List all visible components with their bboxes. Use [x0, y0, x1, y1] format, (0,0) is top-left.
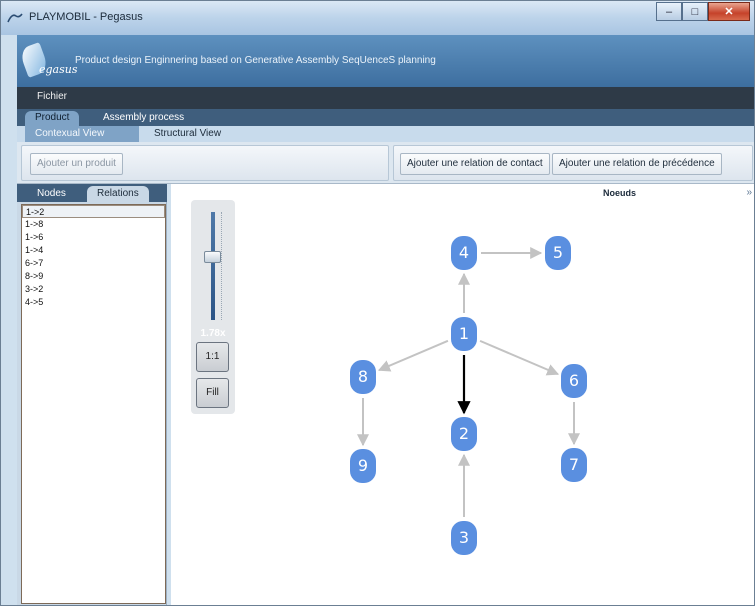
minimize-icon[interactable]: – [656, 2, 682, 21]
window-title: PLAYMOBIL - Pegasus [29, 11, 143, 23]
tab-structural-view[interactable]: Structural View [144, 126, 231, 142]
edge-1-8[interactable] [377, 339, 449, 372]
left-panel: Nodes Relations 1->2 1->8 1->6 1->4 6->7… [17, 184, 167, 605]
relations-list[interactable]: 1->2 1->8 1->6 1->4 6->7 8->9 3->2 4->5 [21, 204, 166, 604]
left-panel-tabs: Nodes Relations [17, 184, 167, 202]
tab-nodes[interactable]: Nodes [27, 186, 76, 202]
add-product-button[interactable]: Ajouter un produit [30, 153, 123, 175]
graph-node-3[interactable]: 3 [451, 521, 477, 555]
zoom-level-label: 1.78x [200, 328, 226, 339]
list-item[interactable]: 6->7 [22, 257, 165, 270]
graph-node-4[interactable]: 4 [451, 236, 477, 270]
list-item[interactable]: 8->9 [22, 270, 165, 283]
menu-fichier[interactable]: Fichier [37, 91, 67, 102]
tab-contexual-view[interactable]: Contexual View [25, 126, 139, 142]
add-precedence-relation-button[interactable]: Ajouter une relation de précédence [552, 153, 722, 175]
product-toolbar-group: Ajouter un produit [21, 145, 389, 181]
graph-node-9[interactable]: 9 [350, 449, 376, 483]
zoom-slider-thumb[interactable] [204, 251, 221, 263]
list-item[interactable]: 4->5 [22, 296, 165, 309]
app-banner: egasus Product design Enginnering based … [17, 35, 754, 87]
zoom-panel: 1.78x 1:1 Fill [191, 200, 235, 414]
graph-node-7[interactable]: 7 [561, 448, 587, 482]
add-contact-relation-button[interactable]: Ajouter une relation de contact [400, 153, 550, 175]
toolbar: Ajouter un produit Ajouter une relation … [17, 142, 754, 184]
graph-node-1[interactable]: 1 [451, 317, 477, 351]
banner-subtitle: Product design Enginnering based on Gene… [75, 55, 436, 66]
graph-node-6[interactable]: 6 [561, 364, 587, 398]
list-item[interactable]: 1->4 [22, 244, 165, 257]
graph-node-8[interactable]: 8 [350, 360, 376, 394]
pegasus-app-icon [7, 12, 23, 24]
tab-relations[interactable]: Relations [87, 186, 149, 202]
close-icon[interactable]: ✕ [708, 2, 750, 21]
zoom-fill-button[interactable]: Fill [196, 378, 229, 408]
zoom-1-1-button[interactable]: 1:1 [196, 342, 229, 372]
title-bar: PLAYMOBIL - Pegasus – □ ✕ [1, 1, 754, 35]
sub-tabs: Contexual View Structural View [17, 126, 754, 142]
edge-1-6[interactable] [479, 339, 560, 376]
relation-toolbar-group: Ajouter une relation de contact Ajouter … [393, 145, 753, 181]
tab-assembly-process[interactable]: Assembly process [93, 111, 194, 126]
graph-node-5[interactable]: 5 [545, 236, 571, 270]
zoom-slider-track[interactable] [211, 212, 215, 320]
tab-product[interactable]: Product [25, 111, 80, 126]
menu-bar: Fichier [17, 87, 754, 109]
pegasus-logo: egasus [18, 42, 77, 83]
maximize-icon[interactable]: □ [682, 2, 708, 21]
graph-canvas[interactable]: Noeuds » 123456789 1.78x 1:1 Fill [171, 184, 754, 605]
list-item[interactable]: 3->2 [22, 283, 165, 296]
graph-node-2[interactable]: 2 [451, 417, 477, 451]
main-tabs: Product Assembly process [17, 109, 754, 126]
list-item[interactable]: 1->6 [22, 231, 165, 244]
list-item[interactable]: 1->2 [22, 205, 165, 218]
list-item[interactable]: 1->8 [22, 218, 165, 231]
app-window: PLAYMOBIL - Pegasus – □ ✕ egasus Product… [0, 0, 755, 606]
